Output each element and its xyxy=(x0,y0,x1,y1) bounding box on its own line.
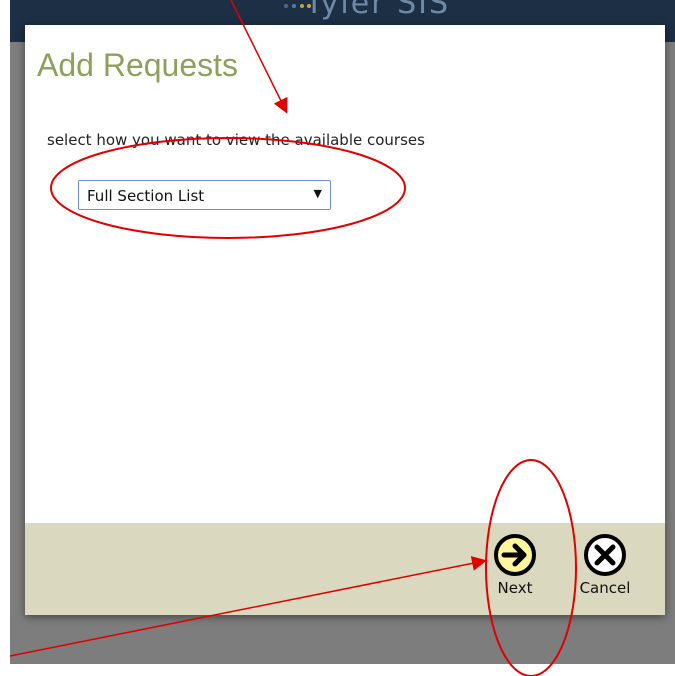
add-requests-dialog: Add Requests select how you want to view… xyxy=(25,25,665,615)
dialog-title: Add Requests xyxy=(37,47,239,83)
next-button-label: Next xyxy=(497,579,533,597)
close-circle-icon xyxy=(584,534,626,576)
view-mode-select[interactable]: Full Section List ▼ xyxy=(78,180,331,210)
select-value: Full Section List xyxy=(87,187,205,205)
arrow-right-circle-icon xyxy=(494,534,536,576)
cancel-button[interactable]: Cancel xyxy=(579,533,631,597)
chevron-down-icon: ▼ xyxy=(313,187,322,200)
instruction-text: select how you want to view the availabl… xyxy=(47,131,425,149)
cancel-button-label: Cancel xyxy=(579,579,631,597)
dialog-footer: Next Cancel xyxy=(25,523,665,615)
next-button[interactable]: Next xyxy=(489,533,541,597)
app-logo: Tyler SIS xyxy=(305,0,451,21)
